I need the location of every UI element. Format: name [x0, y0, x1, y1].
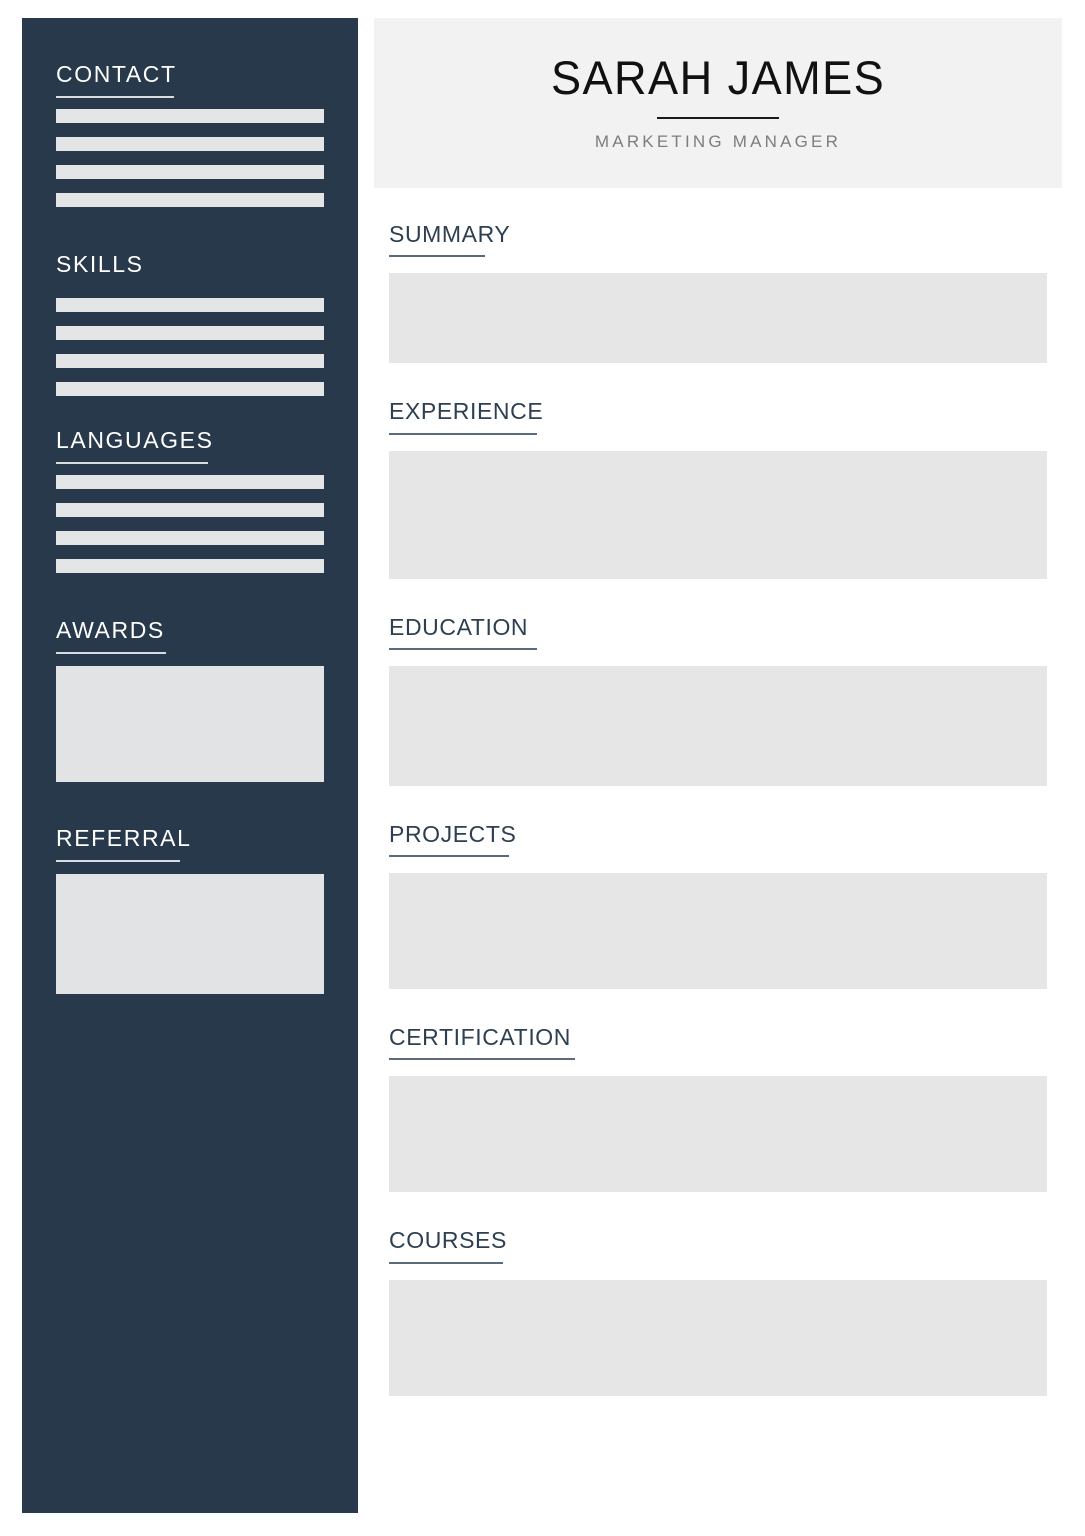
sidebar-heading-languages: LANGUAGES [56, 427, 214, 453]
referral-placeholder-block [56, 874, 324, 995]
sidebar-rule-contact [56, 96, 174, 99]
heading-certification: CERTIFICATION [389, 1024, 572, 1051]
placeholder-bar [56, 137, 324, 152]
section-education[interactable]: EDUCATION [389, 613, 1047, 786]
heading-education: EDUCATION [389, 613, 529, 640]
section-summary[interactable]: SUMMARY [389, 221, 1047, 364]
placeholder-bar [56, 165, 324, 180]
rule-education [389, 647, 537, 650]
placeholder-bar [56, 193, 324, 208]
contact-placeholder-bars [56, 109, 324, 208]
awards-placeholder-block [56, 666, 324, 783]
projects-placeholder-block [389, 873, 1047, 990]
education-placeholder-block [389, 665, 1047, 786]
sidebar-rule-languages [56, 462, 208, 465]
rule-summary [389, 255, 485, 258]
rule-experience [389, 432, 537, 435]
resume-header: SARAH JAMES MARKETING MANAGER [374, 18, 1062, 188]
sidebar-section-skills[interactable]: SKILLS [56, 251, 324, 397]
section-projects[interactable]: PROJECTS [389, 820, 1047, 990]
placeholder-bar [56, 298, 324, 313]
header-divider [657, 117, 779, 119]
heading-courses: COURSES [389, 1227, 507, 1254]
main-content: SUMMARY EXPERIENCE EDUCATION PROJECTS CE… [389, 221, 1047, 1396]
resume-page: CONTACT SKILLS LANGUAGES AWARDS REFERRAL… [0, 0, 1085, 1536]
summary-placeholder-block [389, 273, 1047, 364]
sidebar-heading-skills: SKILLS [56, 251, 144, 277]
placeholder-bar [56, 326, 324, 341]
sidebar-heading-referral: REFERRAL [56, 825, 192, 851]
sidebar-section-languages[interactable]: LANGUAGES [56, 427, 324, 574]
languages-placeholder-bars [56, 475, 324, 574]
placeholder-bar [56, 531, 324, 546]
sidebar: CONTACT SKILLS LANGUAGES AWARDS REFERRAL [22, 18, 358, 1513]
page-title: SARAH JAMES [550, 51, 886, 104]
sidebar-rule-awards [56, 652, 166, 655]
section-certification[interactable]: CERTIFICATION [389, 1024, 1047, 1193]
certification-placeholder-block [389, 1076, 1047, 1193]
sidebar-section-referral[interactable]: REFERRAL [56, 825, 324, 995]
placeholder-bar [56, 475, 324, 490]
sidebar-section-contact[interactable]: CONTACT [56, 61, 324, 208]
section-courses[interactable]: COURSES [389, 1227, 1047, 1396]
sidebar-heading-contact: CONTACT [56, 61, 177, 87]
heading-experience: EXPERIENCE [389, 398, 544, 425]
rule-projects [389, 855, 509, 858]
rule-courses [389, 1261, 503, 1264]
sidebar-section-awards[interactable]: AWARDS [56, 617, 324, 783]
sidebar-heading-awards: AWARDS [56, 617, 165, 643]
heading-summary: SUMMARY [389, 221, 511, 247]
skills-placeholder-bars [56, 298, 324, 397]
placeholder-bar [56, 559, 324, 574]
placeholder-bar [56, 354, 324, 369]
heading-projects: PROJECTS [389, 820, 517, 847]
experience-placeholder-block [389, 450, 1047, 579]
courses-placeholder-block [389, 1279, 1047, 1396]
section-experience[interactable]: EXPERIENCE [389, 398, 1047, 579]
placeholder-bar [56, 109, 324, 124]
rule-certification [389, 1058, 575, 1061]
sidebar-rule-referral [56, 860, 180, 863]
job-title: MARKETING MANAGER [594, 132, 842, 151]
placeholder-bar [56, 382, 324, 397]
placeholder-bar [56, 503, 324, 518]
